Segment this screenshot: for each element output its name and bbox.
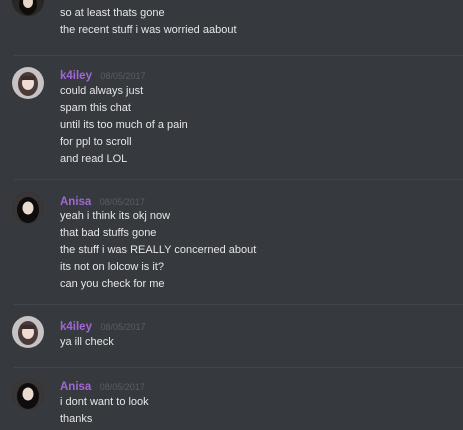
message-divider — [14, 55, 463, 56]
timestamp: 08/05/2017 — [99, 197, 145, 207]
message-body: i dont want to look thanks — [60, 394, 149, 428]
message-group: so at least thats gone the recent stuff … — [0, 0, 463, 50]
timestamp: 08/05/2017 — [99, 382, 145, 392]
message-line: the recent stuff i was worried aabout — [60, 24, 237, 36]
username[interactable]: Anisa — [60, 196, 91, 208]
avatar[interactable] — [12, 67, 44, 99]
timestamp: 08/05/2017 — [100, 71, 146, 81]
avatar[interactable] — [12, 0, 44, 16]
username[interactable]: Anisa — [60, 381, 91, 393]
message-header: Anisa 08/05/2017 — [60, 194, 145, 208]
message-line: yeah i think its okj now — [60, 210, 171, 222]
message-body: so at least thats gone the recent stuff … — [60, 5, 237, 39]
message-line: spam this chat — [60, 102, 131, 114]
message-line: ya ill check — [60, 336, 114, 348]
message-line: could always just — [60, 85, 144, 97]
message-body: yeah i think its okj now that bad stuffs… — [60, 208, 256, 293]
message-divider — [14, 367, 463, 368]
message-line: its not on lolcow is it? — [60, 261, 164, 273]
timestamp: 08/05/2017 — [100, 322, 146, 332]
message-line: can you check for me — [60, 278, 165, 290]
message-divider — [14, 304, 463, 305]
message-header: k4iley 08/05/2017 — [60, 319, 145, 333]
message-line: i dont want to look — [60, 396, 149, 408]
message-line: the stuff i was REALLY concerned about — [60, 244, 257, 256]
avatar[interactable] — [12, 316, 44, 348]
message-line: until its too much of a pain — [60, 119, 188, 131]
message-line: so at least thats gone — [60, 7, 165, 19]
message-line: and read LOL — [60, 153, 128, 165]
message-divider — [14, 179, 463, 180]
message-line: thanks — [60, 413, 93, 425]
message-header: k4iley 08/05/2017 — [60, 68, 145, 82]
message-line: that bad stuffs gone — [60, 227, 157, 239]
avatar[interactable] — [12, 378, 44, 410]
username[interactable]: k4iley — [60, 321, 92, 333]
message-body: ya ill check — [60, 334, 114, 351]
username[interactable]: k4iley — [60, 70, 92, 82]
chat-message-list[interactable]: so at least thats gone the recent stuff … — [0, 0, 463, 430]
message-body: could always just spam this chat until i… — [60, 83, 188, 168]
avatar[interactable] — [12, 192, 44, 224]
message-header: Anisa 08/05/2017 — [60, 379, 145, 393]
message-line: for ppl to scroll — [60, 136, 132, 148]
